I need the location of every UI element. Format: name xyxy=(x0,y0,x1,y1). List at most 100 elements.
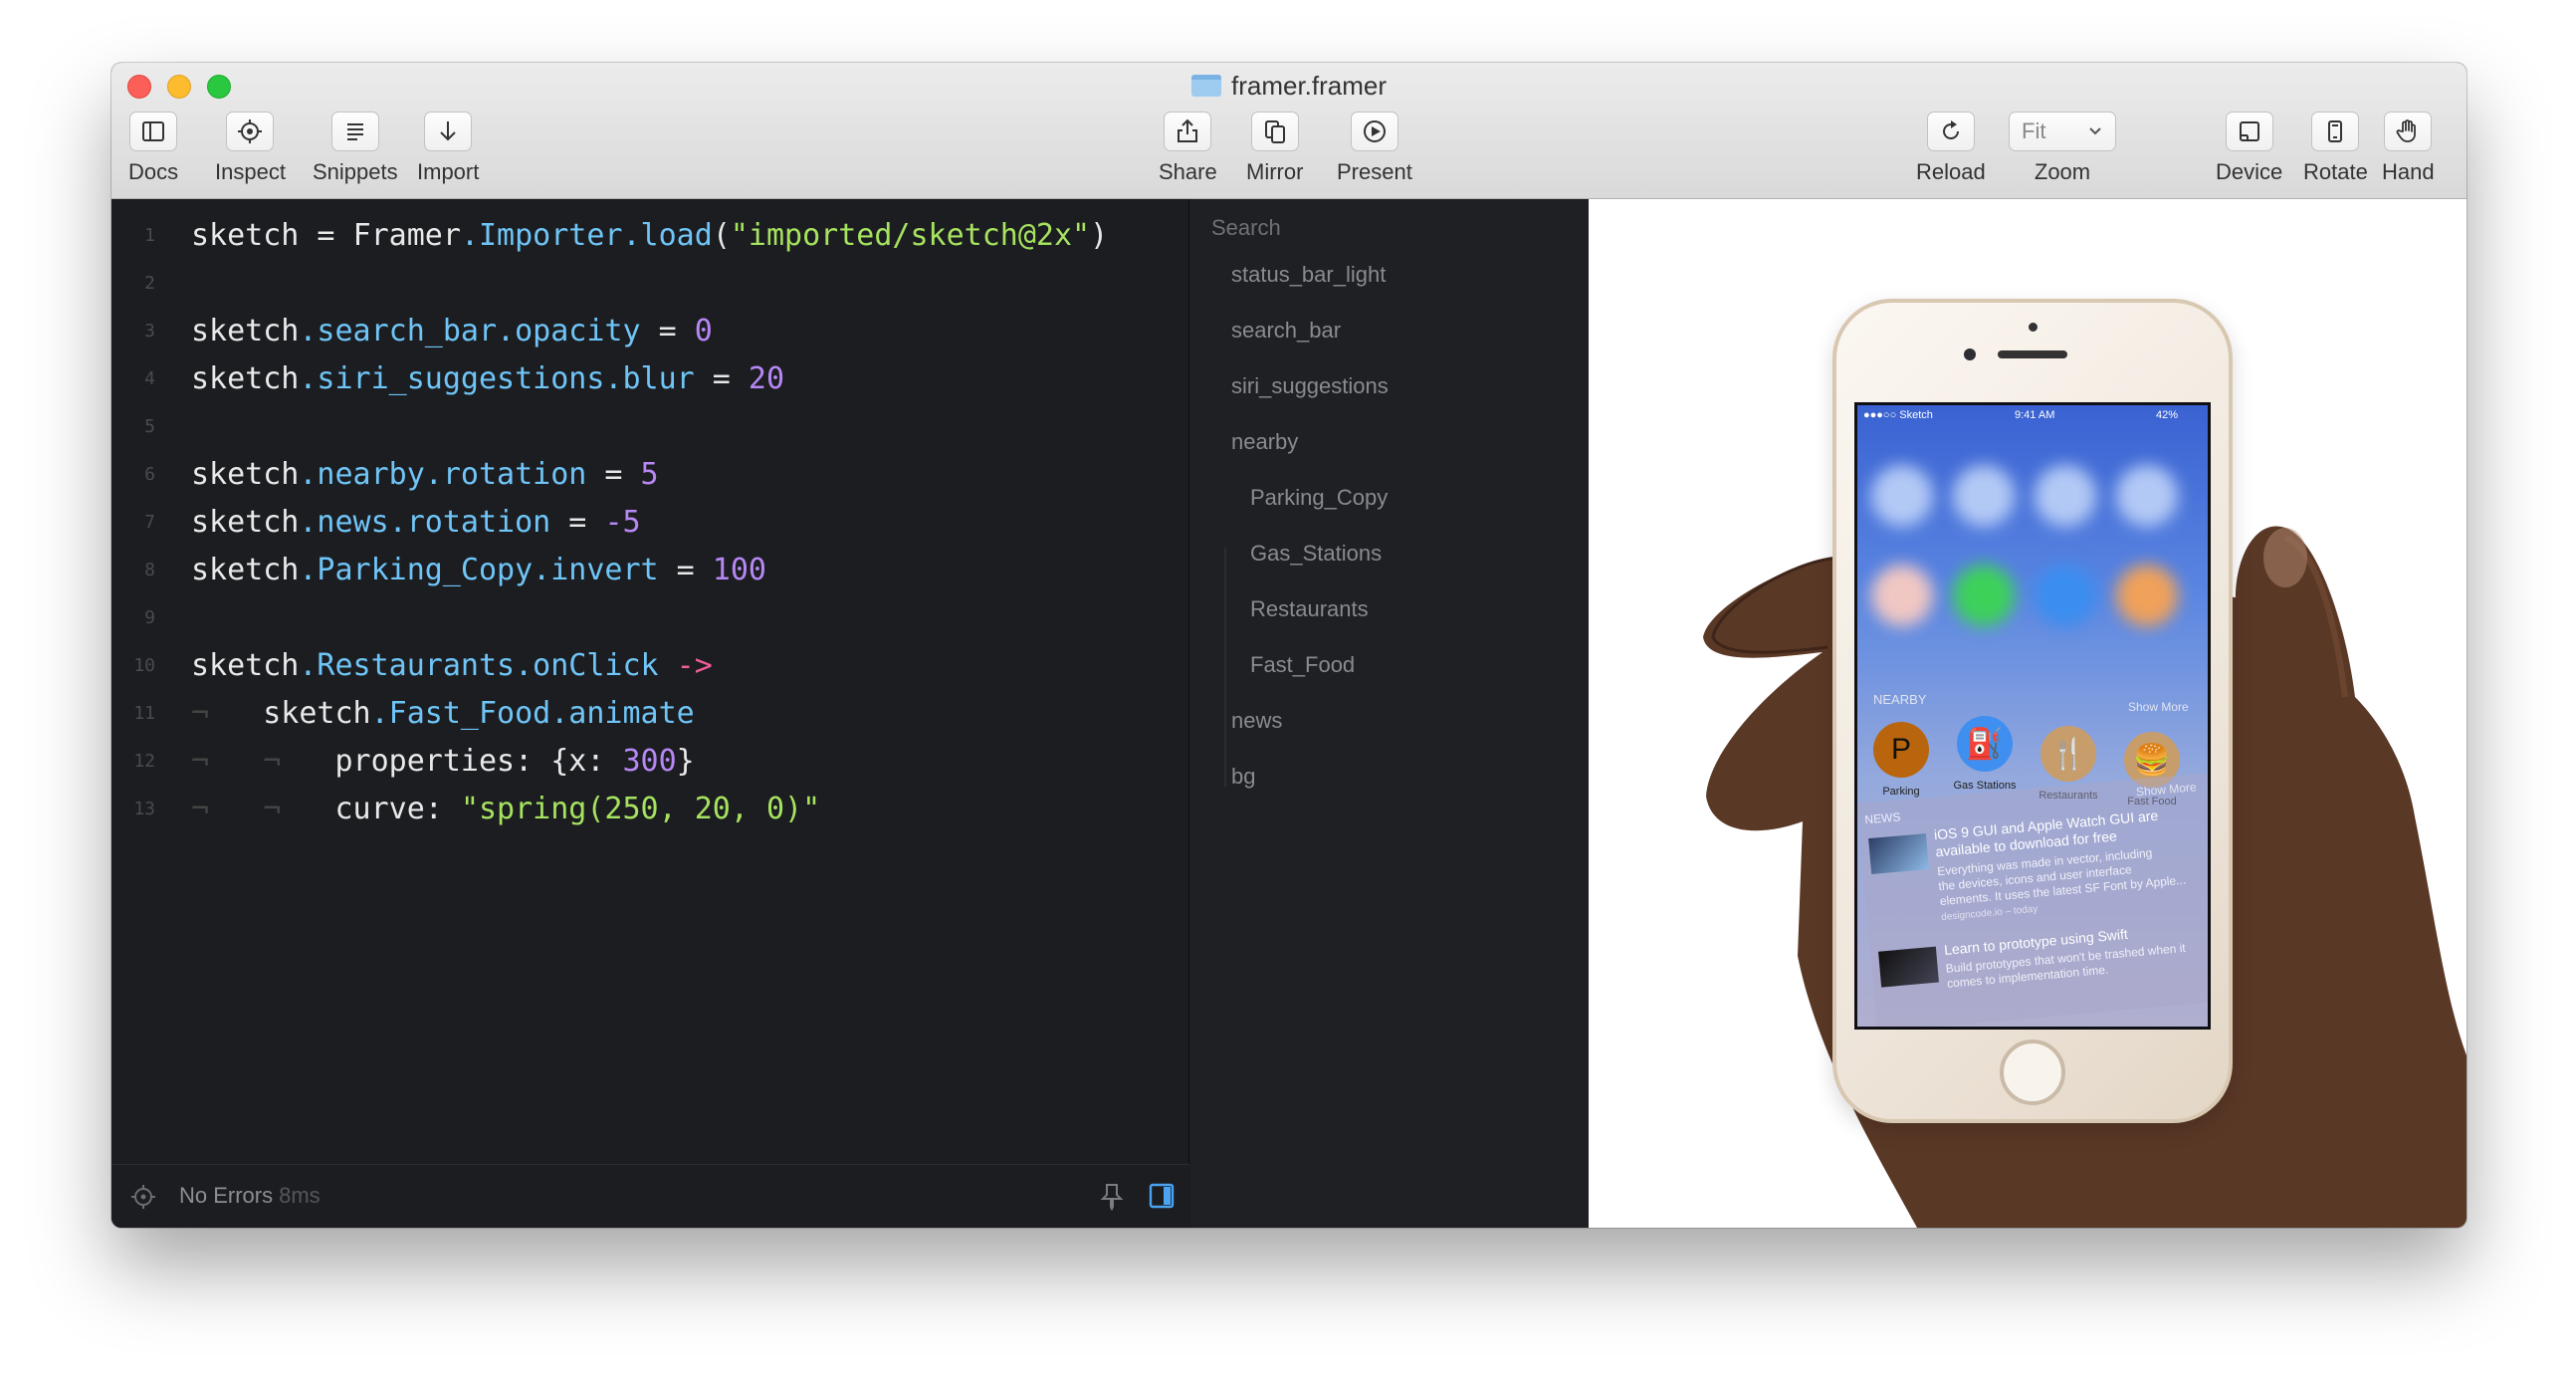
indent-marker: ¬ xyxy=(191,695,210,731)
line-number: 9 xyxy=(144,606,155,628)
code-token: "imported/sketch@2x" xyxy=(730,217,1091,253)
snippets-button[interactable]: Snippets xyxy=(313,112,398,185)
phone-screen[interactable]: ●●●○○ Sketch 9:41 AM 42% NEARBY Show Mor… xyxy=(1854,402,2211,1030)
code-line[interactable]: 12 ¬ ¬ properties: {x: 300} xyxy=(111,737,1189,785)
blurred-suggestion xyxy=(2116,465,2178,527)
code-line[interactable]: 8 sketch .Parking_Copy.invert = 100 xyxy=(111,546,1189,593)
inspect-button[interactable]: Inspect xyxy=(215,112,286,185)
code-token: = xyxy=(299,217,353,253)
import-button[interactable]: Import xyxy=(417,112,479,185)
code-line[interactable]: 7 sketch .news.rotation = -5 xyxy=(111,498,1189,546)
indent-marker: ¬ xyxy=(263,743,282,779)
code-token: .Importer.load xyxy=(460,217,713,253)
code-token: properties: {x: xyxy=(334,743,623,779)
docs-label: Docs xyxy=(128,159,179,184)
show-more-link[interactable]: Show More xyxy=(2128,700,2189,714)
code-token: -5 xyxy=(604,504,641,540)
code-token: = xyxy=(586,456,641,492)
indent-marker: ¬ xyxy=(191,791,210,826)
zoom-value: Fit xyxy=(2022,118,2046,143)
hand-label: Hand xyxy=(2382,159,2435,184)
mirror-label: Mirror xyxy=(1246,159,1304,184)
layers-search-input[interactable]: Search xyxy=(1211,215,1281,241)
code-line[interactable]: 9 xyxy=(111,593,1189,641)
docs-button[interactable]: Docs xyxy=(128,112,178,185)
arrow-down-icon xyxy=(424,112,473,151)
nearby-label: NEARBY xyxy=(1873,692,1927,707)
code-line[interactable]: 4 sketch .siri_suggestions.blur = 20 xyxy=(111,354,1189,402)
code-token: = xyxy=(694,360,749,396)
code-editor[interactable]: 1 sketch = Framer .Importer.load("importe… xyxy=(111,199,1189,1228)
code-line[interactable]: 2 xyxy=(111,259,1189,307)
device-icon xyxy=(2225,112,2273,151)
code-token: ( xyxy=(712,217,731,253)
code-token: Framer xyxy=(352,217,461,253)
blurred-suggestion xyxy=(1871,465,1933,527)
indent-marker: ¬ xyxy=(191,743,210,779)
code-token: = xyxy=(640,313,695,348)
hand-button[interactable]: Hand xyxy=(2382,112,2435,185)
code-token: sketch xyxy=(191,504,300,540)
toggle-panel-icon[interactable] xyxy=(1147,1181,1177,1211)
code-token: .Fast_Food.animate xyxy=(370,695,695,731)
code-token: sketch xyxy=(191,313,300,348)
pin-icon[interactable] xyxy=(1097,1181,1127,1211)
layer-item[interactable]: Parking_Copy xyxy=(1250,485,1388,511)
code-line[interactable]: 5 xyxy=(111,402,1189,450)
import-label: Import xyxy=(417,159,480,184)
code-token: 20 xyxy=(748,360,785,396)
rotate-button[interactable]: Rotate xyxy=(2303,112,2368,185)
lines-icon xyxy=(330,112,379,151)
show-more-link[interactable]: Show More xyxy=(2135,780,2197,799)
code-token: .Restaurants.onClick xyxy=(299,647,659,683)
reload-icon xyxy=(1926,112,1975,151)
mirror-button[interactable]: Mirror xyxy=(1246,112,1303,185)
play-icon xyxy=(1350,112,1398,151)
nearby-app-name: Parking xyxy=(1882,786,1920,798)
share-button[interactable]: Share xyxy=(1159,112,1217,185)
blurred-suggestion xyxy=(2035,565,2096,626)
layer-item[interactable]: Fast_Food xyxy=(1250,652,1355,678)
indent-marker: ¬ xyxy=(263,791,282,826)
parking-icon: P xyxy=(1873,722,1929,778)
code-token: .news.rotation xyxy=(299,504,551,540)
device-preview[interactable]: ●●●○○ Sketch 9:41 AM 42% NEARBY Show Mor… xyxy=(1589,199,2467,1228)
layer-item[interactable]: Gas_Stations xyxy=(1250,541,1382,567)
code-lines[interactable]: 1 sketch = Framer .Importer.load("importe… xyxy=(111,211,1189,832)
mirror-icon xyxy=(1250,112,1299,151)
code-line[interactable]: 10 sketch .Restaurants.onClick -> xyxy=(111,641,1189,689)
line-number: 5 xyxy=(144,415,155,437)
layer-item[interactable]: search_bar xyxy=(1231,318,1341,344)
sidebar-icon xyxy=(129,112,178,151)
nearby-app-gas-stations[interactable]: ⛽ Gas Stations xyxy=(1953,716,2017,792)
layer-indent-guide xyxy=(1224,548,1226,787)
layer-item[interactable]: siri_suggestions xyxy=(1231,373,1389,399)
nearby-app-parking[interactable]: P Parking xyxy=(1869,722,1933,798)
news-widget[interactable]: NEWS Show More iOS 9 GUI and Apple Watch… xyxy=(1857,773,2208,1027)
present-label: Present xyxy=(1337,159,1412,184)
rotate-icon xyxy=(2311,112,2360,151)
code-line[interactable]: 13 ¬ ¬ curve: "spring(250, 20, 0)" xyxy=(111,785,1189,832)
layer-item[interactable]: nearby xyxy=(1231,429,1298,455)
zoom-control[interactable]: Fit Zoom xyxy=(2009,112,2116,185)
code-line[interactable]: 11 ¬ sketch .Fast_Food.animate xyxy=(111,689,1189,737)
home-button[interactable] xyxy=(2000,1040,2065,1105)
code-token: sketch xyxy=(263,695,371,731)
device-button[interactable]: Device xyxy=(2216,112,2282,185)
present-button[interactable]: Present xyxy=(1337,112,1412,185)
code-line[interactable]: 1 sketch = Framer .Importer.load("importe… xyxy=(111,211,1189,259)
layer-item[interactable]: status_bar_light xyxy=(1231,262,1386,288)
zoom-select[interactable]: Fit xyxy=(2009,112,2116,151)
code-line[interactable]: 3 sketch .search_bar.opacity = 0 xyxy=(111,307,1189,354)
layer-item[interactable]: bg xyxy=(1231,764,1255,790)
status-bar-battery: 42% xyxy=(2156,409,2179,421)
line-number: 4 xyxy=(144,367,155,389)
code-line[interactable]: 6 sketch .nearby.rotation = 5 xyxy=(111,450,1189,498)
line-number: 10 xyxy=(133,654,155,676)
reload-button[interactable]: Reload xyxy=(1916,112,1986,185)
layer-item[interactable]: Restaurants xyxy=(1250,596,1369,622)
line-number: 7 xyxy=(144,511,155,533)
crosshair-icon[interactable] xyxy=(129,1183,157,1211)
share-icon xyxy=(1164,112,1212,151)
layer-item[interactable]: news xyxy=(1231,708,1282,734)
